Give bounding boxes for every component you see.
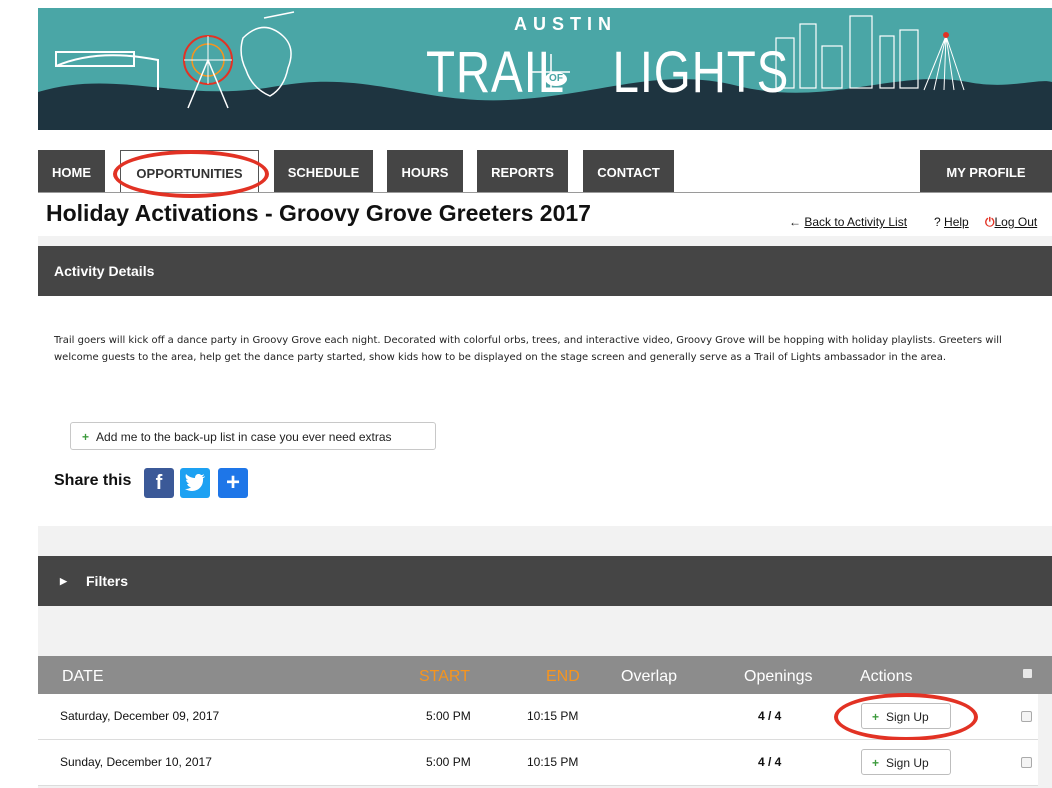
addthis-icon[interactable]: + <box>218 468 248 498</box>
back-link-label[interactable]: Back to Activity List <box>804 215 907 229</box>
row-openings: 4 / 4 <box>758 755 782 769</box>
logo-title-right: LIGHTS <box>612 40 790 105</box>
row-end-time: 10:15 PM <box>527 755 579 769</box>
back-to-activity-list-link[interactable]: ← Back to Activity List <box>789 215 907 229</box>
filters-label: Filters <box>86 573 129 589</box>
logo-of-text: OF <box>545 72 567 86</box>
activity-details-header: Activity Details <box>38 246 1052 296</box>
tab-opportunities[interactable]: OPPORTUNITIES <box>120 150 259 192</box>
logo-austin-text: AUSTIN <box>514 14 617 34</box>
back-arrow-icon: ← <box>789 215 801 229</box>
help-icon: ? <box>934 215 941 229</box>
sign-up-button[interactable]: + Sign Up <box>861 703 951 729</box>
row-date: Saturday, December 09, 2017 <box>60 709 220 723</box>
tab-contact[interactable]: CONTACT <box>583 150 674 192</box>
logo-title: TRAIL LIGHTS <box>426 44 789 102</box>
tab-reports[interactable]: REPORTS <box>477 150 568 192</box>
help-link-label[interactable]: Help <box>944 215 969 229</box>
plus-icon: + <box>82 430 90 444</box>
plus-icon: + <box>872 710 880 724</box>
page-title: Holiday Activations - Groovy Grove Greet… <box>46 200 591 226</box>
filters-bar[interactable]: ▶ Filters <box>38 556 1052 606</box>
sign-up-button[interactable]: + Sign Up <box>861 749 951 775</box>
tab-schedule[interactable]: SCHEDULE <box>274 150 373 192</box>
row-select-checkbox[interactable] <box>1021 757 1032 768</box>
schedule-table-header: DATE START END Overlap Openings Actions <box>38 656 1052 694</box>
col-header-openings: Openings <box>744 668 813 685</box>
sign-up-label: Sign Up <box>886 756 929 770</box>
row-start-time: 5:00 PM <box>426 709 471 723</box>
col-header-actions: Actions <box>860 668 913 685</box>
tab-home[interactable]: HOME <box>38 150 105 192</box>
row-select-checkbox[interactable] <box>1021 711 1032 722</box>
power-icon: ⏻ <box>985 215 995 229</box>
col-header-start[interactable]: START <box>419 656 470 698</box>
row-date: Sunday, December 10, 2017 <box>60 755 212 769</box>
select-all-checkbox[interactable] <box>1023 669 1032 678</box>
row-end-time: 10:15 PM <box>527 709 579 723</box>
share-label: Share this <box>54 472 132 489</box>
tab-my-profile[interactable]: MY PROFILE <box>920 150 1052 192</box>
sign-up-label: Sign Up <box>886 710 929 724</box>
facebook-icon[interactable]: f <box>144 468 174 498</box>
row-openings: 4 / 4 <box>758 709 782 723</box>
add-to-backup-list-button[interactable]: + Add me to the back-up list in case you … <box>70 422 436 450</box>
activity-details-panel: Trail goers will kick off a dance party … <box>38 296 1052 526</box>
twitter-icon[interactable] <box>180 468 210 498</box>
caret-right-icon: ▶ <box>60 576 67 586</box>
site-banner: AUSTIN TRAIL LIGHTS OF <box>38 8 1052 130</box>
activity-description: Trail goers will kick off a dance party … <box>54 335 1002 363</box>
logout-link-label[interactable]: Log Out <box>995 215 1038 229</box>
backup-button-label: Add me to the back-up list in case you e… <box>96 430 392 444</box>
tab-hours[interactable]: HOURS <box>387 150 463 192</box>
plus-icon: + <box>872 756 880 770</box>
logo-title-left: TRAIL <box>426 40 565 105</box>
table-row: Sunday, December 10, 2017 5:00 PM 10:15 … <box>38 740 1038 786</box>
col-header-date[interactable]: DATE <box>62 656 103 698</box>
main-nav: HOME OPPORTUNITIES SCHEDULE HOURS REPORT… <box>38 150 1052 193</box>
logout-link[interactable]: ⏻Log Out <box>985 215 1037 230</box>
table-row: Saturday, December 09, 2017 5:00 PM 10:1… <box>38 694 1038 740</box>
col-header-end[interactable]: END <box>546 656 580 698</box>
help-link[interactable]: ? Help <box>934 215 969 229</box>
row-start-time: 5:00 PM <box>426 755 471 769</box>
col-header-overlap: Overlap <box>621 668 678 685</box>
